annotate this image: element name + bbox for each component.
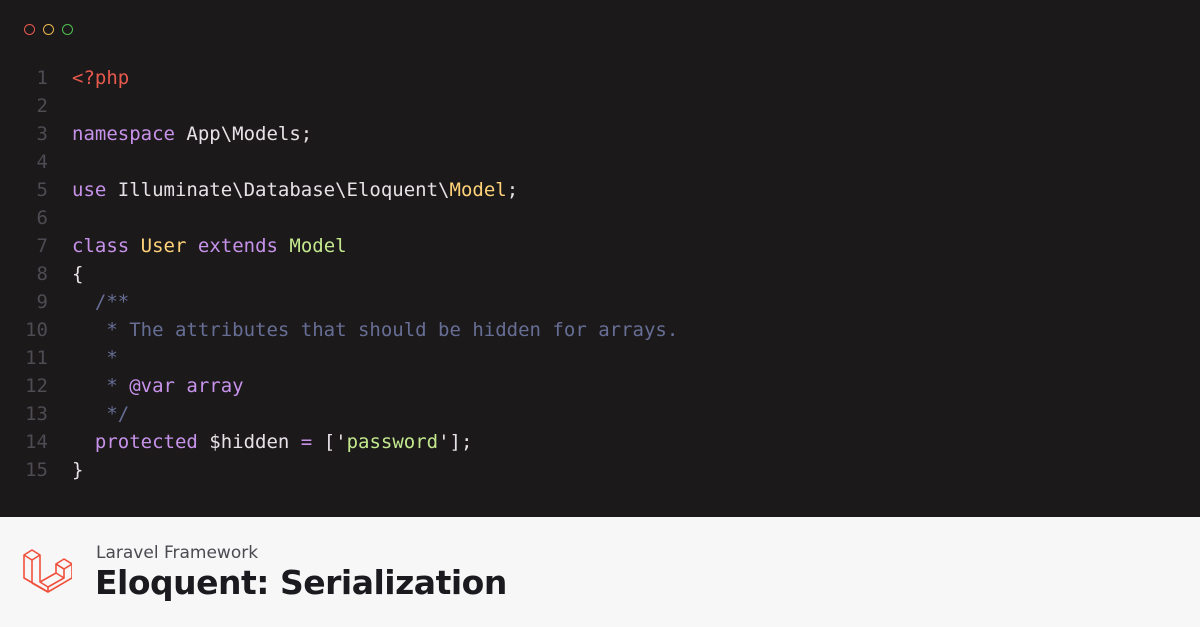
code-token: @var: [129, 375, 175, 397]
page-title: Eloquent: Serialization: [95, 563, 507, 602]
code-token: password: [346, 431, 439, 453]
line-number: 9: [36, 291, 48, 313]
code-token: User: [140, 235, 187, 257]
code-token: [': [312, 431, 347, 453]
code-line: 14 protected $hidden = ['password'];: [0, 428, 1200, 456]
code-token: */: [72, 403, 130, 425]
line-number: 11: [25, 347, 48, 369]
line-number: 1: [36, 67, 48, 89]
code-token: App\Models;: [174, 123, 313, 145]
code-line: 8{: [0, 260, 1200, 288]
code-line: 15}: [0, 456, 1200, 484]
code-text: */: [72, 400, 129, 428]
code-text: <?php: [72, 64, 129, 92]
code-token: namespace: [72, 123, 175, 145]
line-number: 12: [25, 375, 48, 397]
code-text: protected $hidden = ['password'];: [72, 428, 473, 456]
code-text: * @var array: [72, 372, 244, 400]
code-line: 13 */: [0, 400, 1200, 428]
code-token: *: [72, 375, 130, 397]
code-line: 5 use Illuminate\Database\Eloquent\Model;: [0, 176, 1200, 204]
code-token: protected: [94, 431, 198, 453]
code-text: *: [72, 344, 118, 372]
code-line: 1 <?php: [0, 64, 1200, 92]
code-line: 4: [0, 148, 1200, 176]
maximize-dot-icon: [62, 24, 73, 35]
code-line: 10 * The attributes that should be hidde…: [0, 316, 1200, 344]
line-number: 6: [36, 207, 48, 229]
line-number: 2: [36, 95, 48, 117]
code-token: * The attributes that should be hidden f…: [72, 319, 679, 341]
code-line: 7 class User extends Model: [0, 232, 1200, 260]
code-block: 1 <?php 2 3 namespace App\Models; 4 5 use Illum…: [0, 64, 1200, 484]
code-token: {: [72, 263, 84, 285]
code-token: Model: [289, 235, 347, 257]
code-token: '];: [438, 431, 473, 453]
code-line: 2: [0, 92, 1200, 120]
line-number: 3: [36, 123, 48, 145]
code-text: namespace App\Models;: [72, 120, 312, 148]
code-token: extends: [197, 235, 278, 257]
line-number: 15: [25, 459, 48, 481]
code-text: {: [72, 260, 83, 288]
code-text: }: [72, 456, 83, 484]
line-number: 5: [36, 179, 48, 201]
code-token: Model: [449, 179, 507, 201]
code-line: 6: [0, 204, 1200, 232]
window-controls: [24, 24, 73, 35]
code-token: $hidden: [197, 431, 301, 453]
line-number: 14: [25, 431, 48, 453]
code-text: * The attributes that should be hidden f…: [72, 316, 678, 344]
code-line: 12 * @var array: [0, 372, 1200, 400]
laravel-logo-icon: [23, 549, 72, 593]
code-token: /**: [72, 291, 130, 313]
code-token: <?php: [72, 67, 130, 89]
code-line: 11 *: [0, 344, 1200, 372]
code-text: /**: [72, 288, 129, 316]
code-line: 9 /**: [0, 288, 1200, 316]
code-editor: 1 <?php 2 3 namespace App\Models; 4 5 use Illum…: [0, 0, 1200, 517]
code-token: array: [186, 375, 244, 397]
code-token: =: [300, 431, 313, 453]
code-token: class: [72, 235, 130, 257]
line-number: 8: [36, 263, 48, 285]
line-number: 4: [36, 151, 48, 173]
line-number: 10: [25, 319, 48, 341]
line-number: 13: [25, 403, 48, 425]
line-number: 7: [36, 235, 48, 257]
close-dot-icon: [24, 24, 35, 35]
code-line: 3 namespace App\Models;: [0, 120, 1200, 148]
minimize-dot-icon: [43, 24, 54, 35]
code-token: use: [72, 179, 107, 201]
code-token: *: [72, 347, 118, 369]
code-token: Illuminate\Database\Eloquent\: [106, 179, 450, 201]
code-token: ;: [506, 179, 519, 201]
code-text: use Illuminate\Database\Eloquent\Model;: [72, 176, 518, 204]
code-token: }: [72, 459, 84, 481]
subtitle: Laravel Framework: [96, 543, 259, 563]
code-text: class User extends Model: [72, 232, 347, 260]
